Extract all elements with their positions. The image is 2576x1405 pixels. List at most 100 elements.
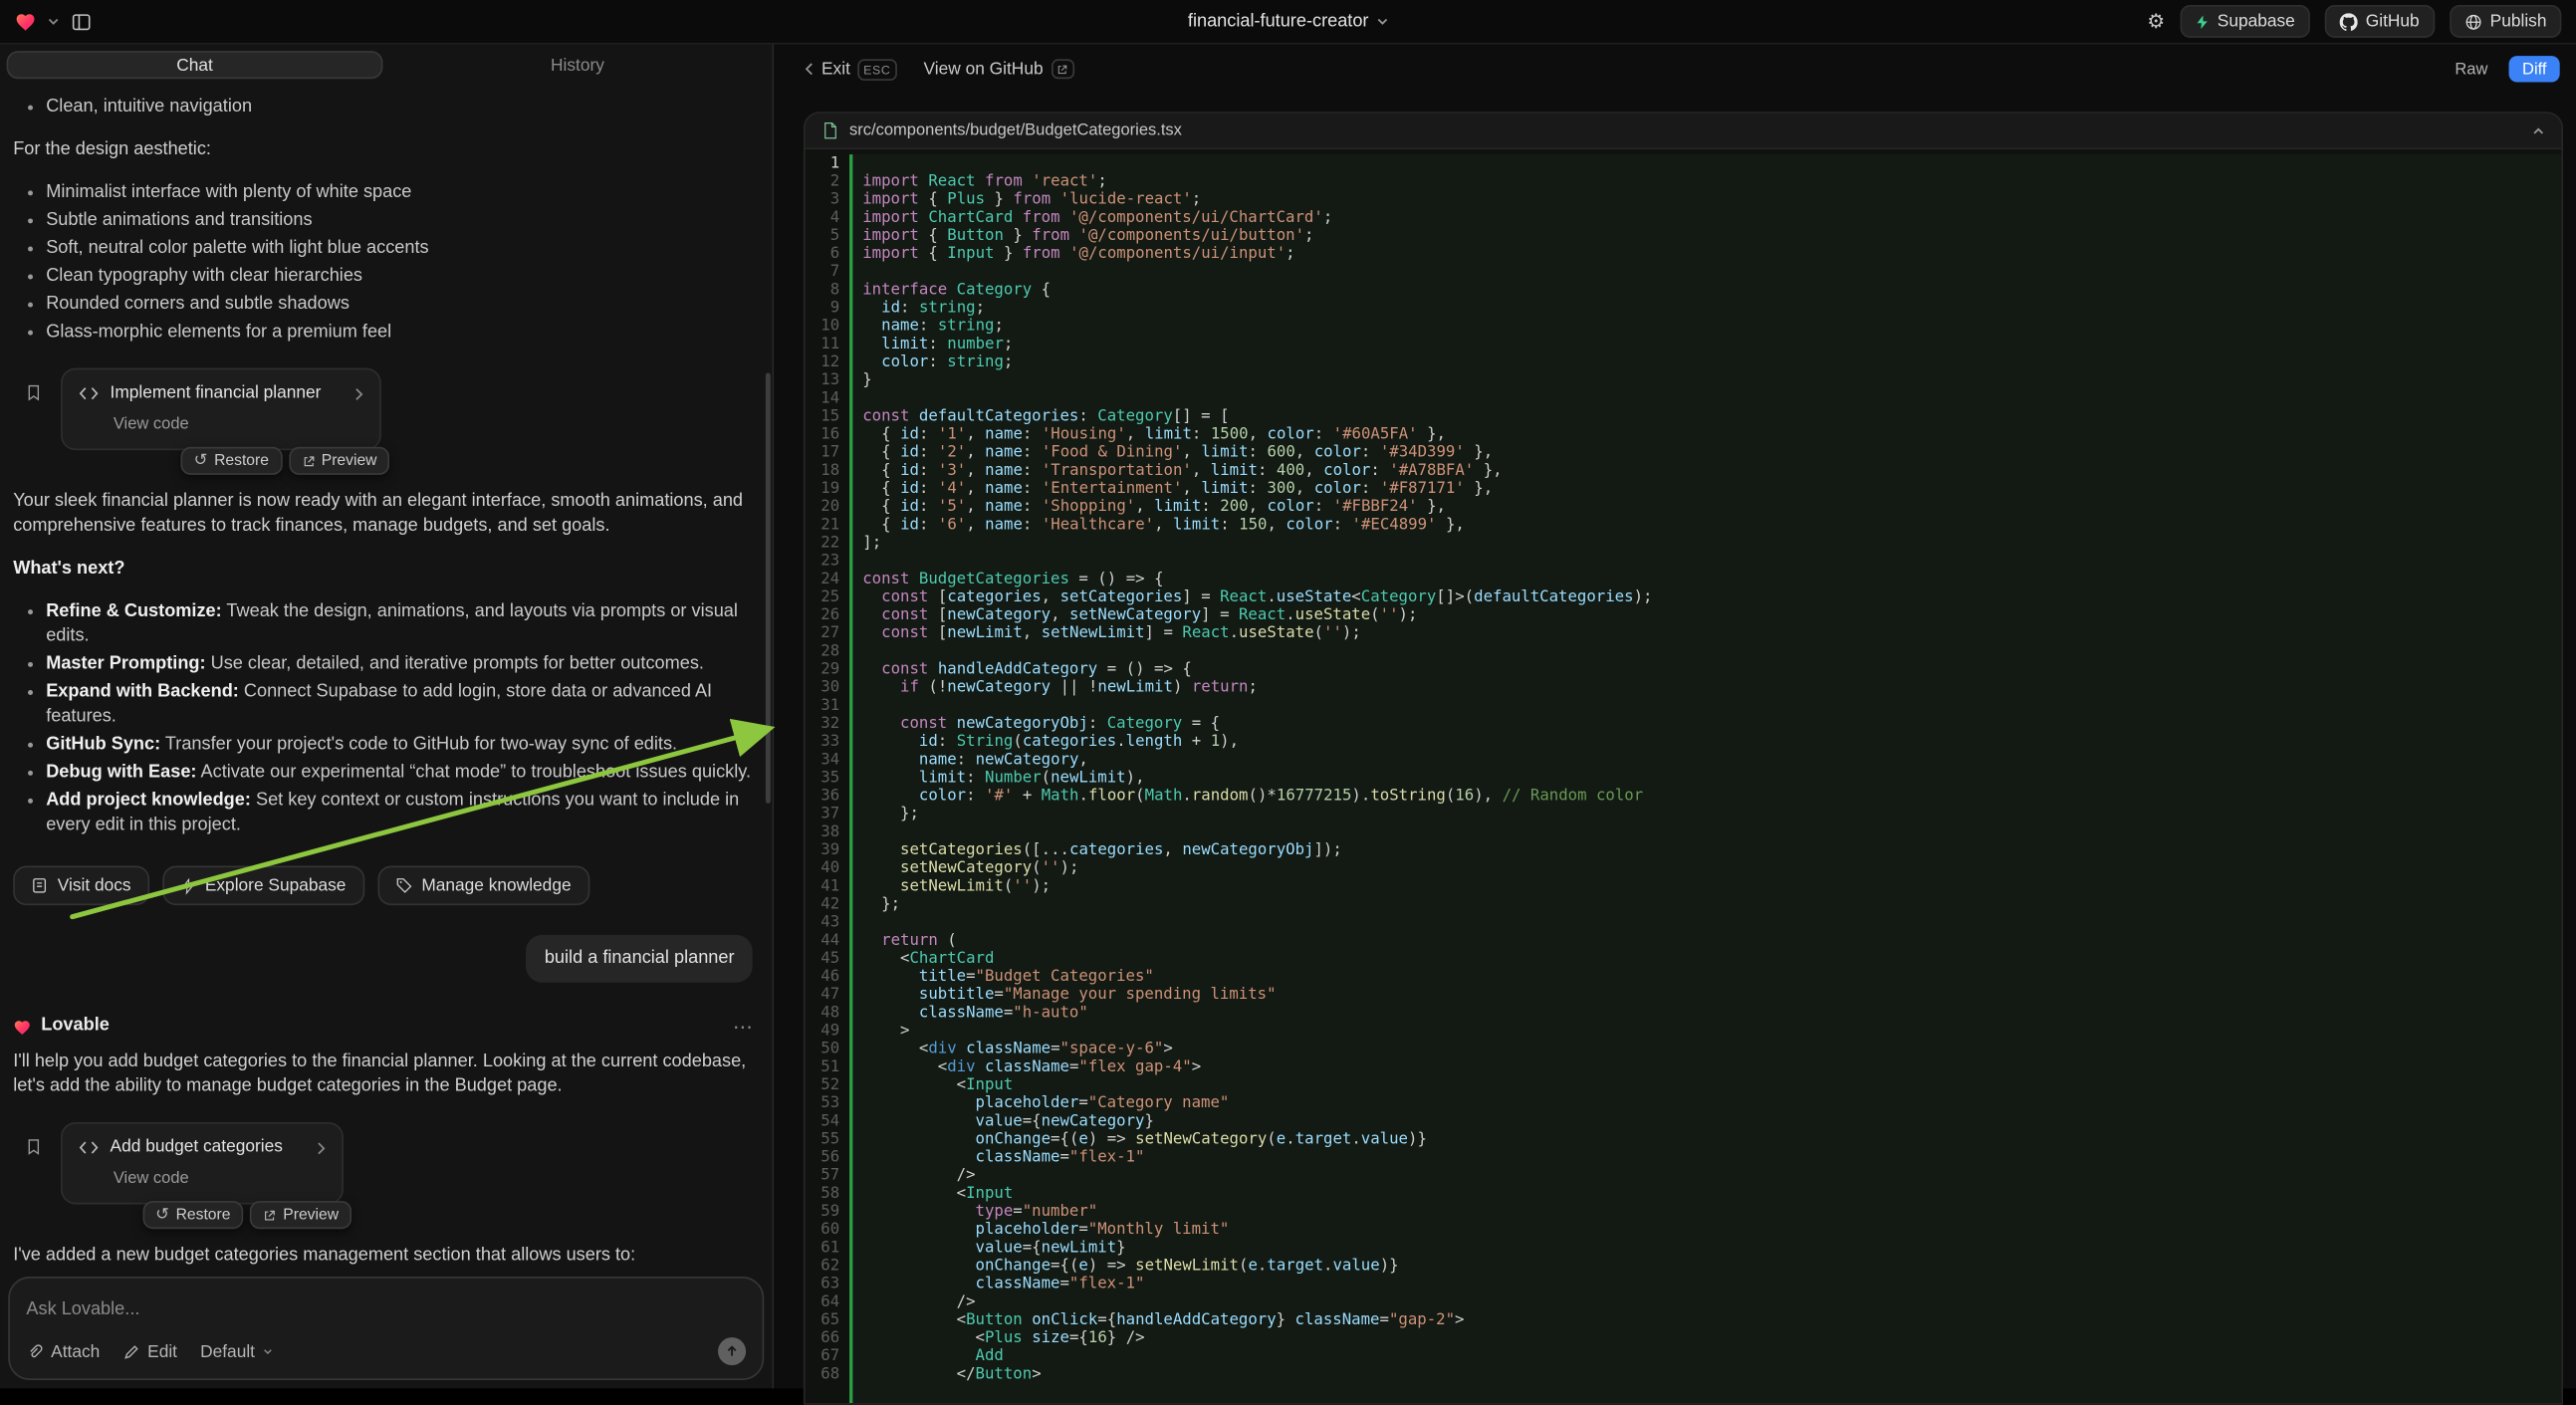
send-button[interactable] bbox=[718, 1337, 746, 1365]
chevron-left-icon bbox=[806, 63, 814, 76]
publish-button[interactable]: Publish bbox=[2449, 5, 2561, 38]
assistant-summary: Your sleek financial planner is now read… bbox=[13, 490, 753, 540]
github-external-link-icon[interactable] bbox=[1052, 59, 1074, 79]
lovable-logo-heart-icon[interactable] bbox=[15, 12, 36, 32]
view-on-github-button[interactable]: View on GitHub bbox=[924, 59, 1044, 79]
topbar: financial-future-creator ⚙ Supabase GitH… bbox=[0, 0, 2576, 45]
github-button[interactable]: GitHub bbox=[2325, 5, 2435, 38]
chat-scrollbar[interactable] bbox=[766, 373, 771, 804]
list-item: Subtle animations and transitions bbox=[13, 209, 753, 234]
bookmark-icon[interactable] bbox=[25, 382, 43, 402]
project-switcher[interactable]: financial-future-creator bbox=[1188, 12, 1388, 32]
project-name: financial-future-creator bbox=[1188, 12, 1369, 32]
message-more-icon[interactable]: ⋯ bbox=[733, 1015, 753, 1038]
arrow-up-icon bbox=[725, 1344, 740, 1359]
logo-chevron-down-icon[interactable] bbox=[48, 17, 60, 25]
previous-list-tail: Clean, intuitive navigation bbox=[13, 92, 753, 119]
external-link-icon bbox=[302, 454, 315, 467]
list-item: Clean, intuitive navigation bbox=[13, 96, 753, 120]
collapse-chevron-up-icon[interactable] bbox=[2532, 126, 2545, 134]
edit-card[interactable]: Implement financial planner View code ↺ … bbox=[61, 368, 381, 451]
chat-panel: Chat History Clean, intuitive navigation… bbox=[0, 45, 774, 1389]
file-card: src/components/budget/BudgetCategories.t… bbox=[804, 112, 2563, 1405]
chat-tabstrip: Chat History bbox=[0, 45, 773, 85]
assistant-reply: I'll help you add budget categories to t… bbox=[13, 1050, 753, 1099]
restore-icon: ↺ bbox=[155, 1206, 169, 1224]
model-selector[interactable]: Default bbox=[200, 1341, 273, 1361]
list-item: Debug with Ease: Activate our experiment… bbox=[13, 761, 753, 786]
github-icon bbox=[2339, 12, 2357, 30]
attach-button[interactable]: Attach bbox=[26, 1341, 100, 1361]
code-panel: Exit ESC View on GitHub Raw Diff src/com… bbox=[776, 45, 2576, 1389]
raw-toggle-button[interactable]: Raw bbox=[2445, 57, 2497, 82]
visit-docs-button[interactable]: Visit docs bbox=[13, 866, 149, 906]
exit-button[interactable]: Exit bbox=[806, 59, 850, 79]
preview-button[interactable]: Preview bbox=[289, 447, 390, 475]
edit-card-title: Implement financial planner bbox=[111, 381, 322, 406]
app-window: financial-future-creator ⚙ Supabase GitH… bbox=[0, 0, 2576, 1388]
whats-next-heading: What's next? bbox=[13, 557, 753, 582]
chevron-right-icon bbox=[355, 387, 363, 400]
line-numbers: 1234567891011121314151617181920212223242… bbox=[806, 154, 850, 1403]
pencil-icon bbox=[122, 1343, 138, 1360]
user-message: build a financial planner bbox=[527, 935, 753, 983]
assistant-name: Lovable bbox=[41, 1014, 110, 1039]
next-steps-list: Refine & Customize: Tweak the design, an… bbox=[13, 596, 753, 838]
supabase-bolt-outline-icon bbox=[180, 876, 195, 894]
view-code-link[interactable]: View code bbox=[79, 1167, 326, 1192]
project-chevron-down-icon bbox=[1377, 17, 1389, 25]
view-code-link[interactable]: View code bbox=[79, 412, 363, 437]
file-path: src/components/budget/BudgetCategories.t… bbox=[849, 121, 1182, 139]
composer-toolbar: Attach Edit Default bbox=[26, 1337, 746, 1365]
paperclip-icon bbox=[26, 1343, 42, 1360]
chat-input[interactable] bbox=[26, 1299, 746, 1319]
list-item: GitHub Sync: Transfer your project's cod… bbox=[13, 733, 753, 758]
edit-card-actions: ↺ Restore Preview bbox=[142, 1201, 351, 1229]
manage-knowledge-button[interactable]: Manage knowledge bbox=[377, 866, 589, 906]
tab-chat[interactable]: Chat bbox=[7, 51, 383, 79]
code-header: Exit ESC View on GitHub Raw Diff bbox=[776, 45, 2576, 91]
lovable-heart-icon bbox=[13, 1018, 31, 1034]
chevron-down-icon bbox=[263, 1348, 273, 1355]
tag-icon bbox=[395, 877, 412, 894]
sidebar-toggle-icon[interactable] bbox=[71, 11, 92, 32]
settings-gear-icon[interactable]: ⚙ bbox=[2147, 10, 2165, 33]
assistant-added-intro: I've added a new budget categories manag… bbox=[13, 1244, 753, 1267]
edit-block-add-budget-categories: Add budget categories View code ↺ Restor… bbox=[13, 1122, 753, 1205]
esc-key-badge: ESC bbox=[857, 59, 898, 80]
list-item: Add project knowledge: Set key context o… bbox=[13, 789, 753, 838]
quick-actions: Visit docs Explore Supabase Manage knowl… bbox=[13, 866, 753, 906]
code-icon bbox=[79, 1140, 99, 1155]
external-link-icon bbox=[263, 1209, 276, 1222]
tab-history[interactable]: History bbox=[389, 51, 766, 79]
preview-button[interactable]: Preview bbox=[250, 1201, 351, 1229]
globe-icon bbox=[2463, 12, 2481, 30]
explore-supabase-button[interactable]: Explore Supabase bbox=[162, 866, 364, 906]
restore-button[interactable]: ↺ Restore bbox=[180, 447, 282, 475]
edit-card-title: Add budget categories bbox=[111, 1135, 283, 1160]
docs-icon bbox=[31, 877, 47, 894]
diff-toggle-button[interactable]: Diff bbox=[2509, 56, 2560, 82]
edit-mode-button[interactable]: Edit bbox=[122, 1341, 177, 1361]
bookmark-icon[interactable] bbox=[25, 1137, 43, 1157]
file-icon bbox=[821, 121, 838, 139]
assistant-message-header: Lovable ⋯ bbox=[13, 1014, 753, 1039]
code-icon bbox=[79, 386, 99, 401]
list-item: Refine & Customize: Tweak the design, an… bbox=[13, 599, 753, 649]
supabase-bolt-icon bbox=[2195, 12, 2210, 30]
restore-button[interactable]: ↺ Restore bbox=[142, 1201, 244, 1229]
design-aesthetic-heading: For the design aesthetic: bbox=[13, 138, 753, 163]
edit-card[interactable]: Add budget categories View code ↺ Restor… bbox=[61, 1122, 344, 1205]
edit-card-actions: ↺ Restore Preview bbox=[180, 447, 389, 475]
list-item: Clean typography with clear hierarchies bbox=[13, 265, 753, 290]
file-header[interactable]: src/components/budget/BudgetCategories.t… bbox=[806, 114, 2562, 149]
composer: Attach Edit Default bbox=[8, 1277, 764, 1380]
list-item: Expand with Backend: Connect Supabase to… bbox=[13, 680, 753, 730]
list-item: Soft, neutral color palette with light b… bbox=[13, 237, 753, 262]
list-item: Master Prompting: Use clear, detailed, a… bbox=[13, 652, 753, 677]
list-item: Minimalist interface with plenty of whit… bbox=[13, 181, 753, 206]
code-lines: import React from 'react';import { Plus … bbox=[852, 154, 2561, 1403]
code-viewer[interactable]: 1234567891011121314151617181920212223242… bbox=[806, 149, 2562, 1403]
supabase-button[interactable]: Supabase bbox=[2180, 5, 2310, 38]
edit-block-implement-financial-planner: Implement financial planner View code ↺ … bbox=[13, 368, 753, 451]
